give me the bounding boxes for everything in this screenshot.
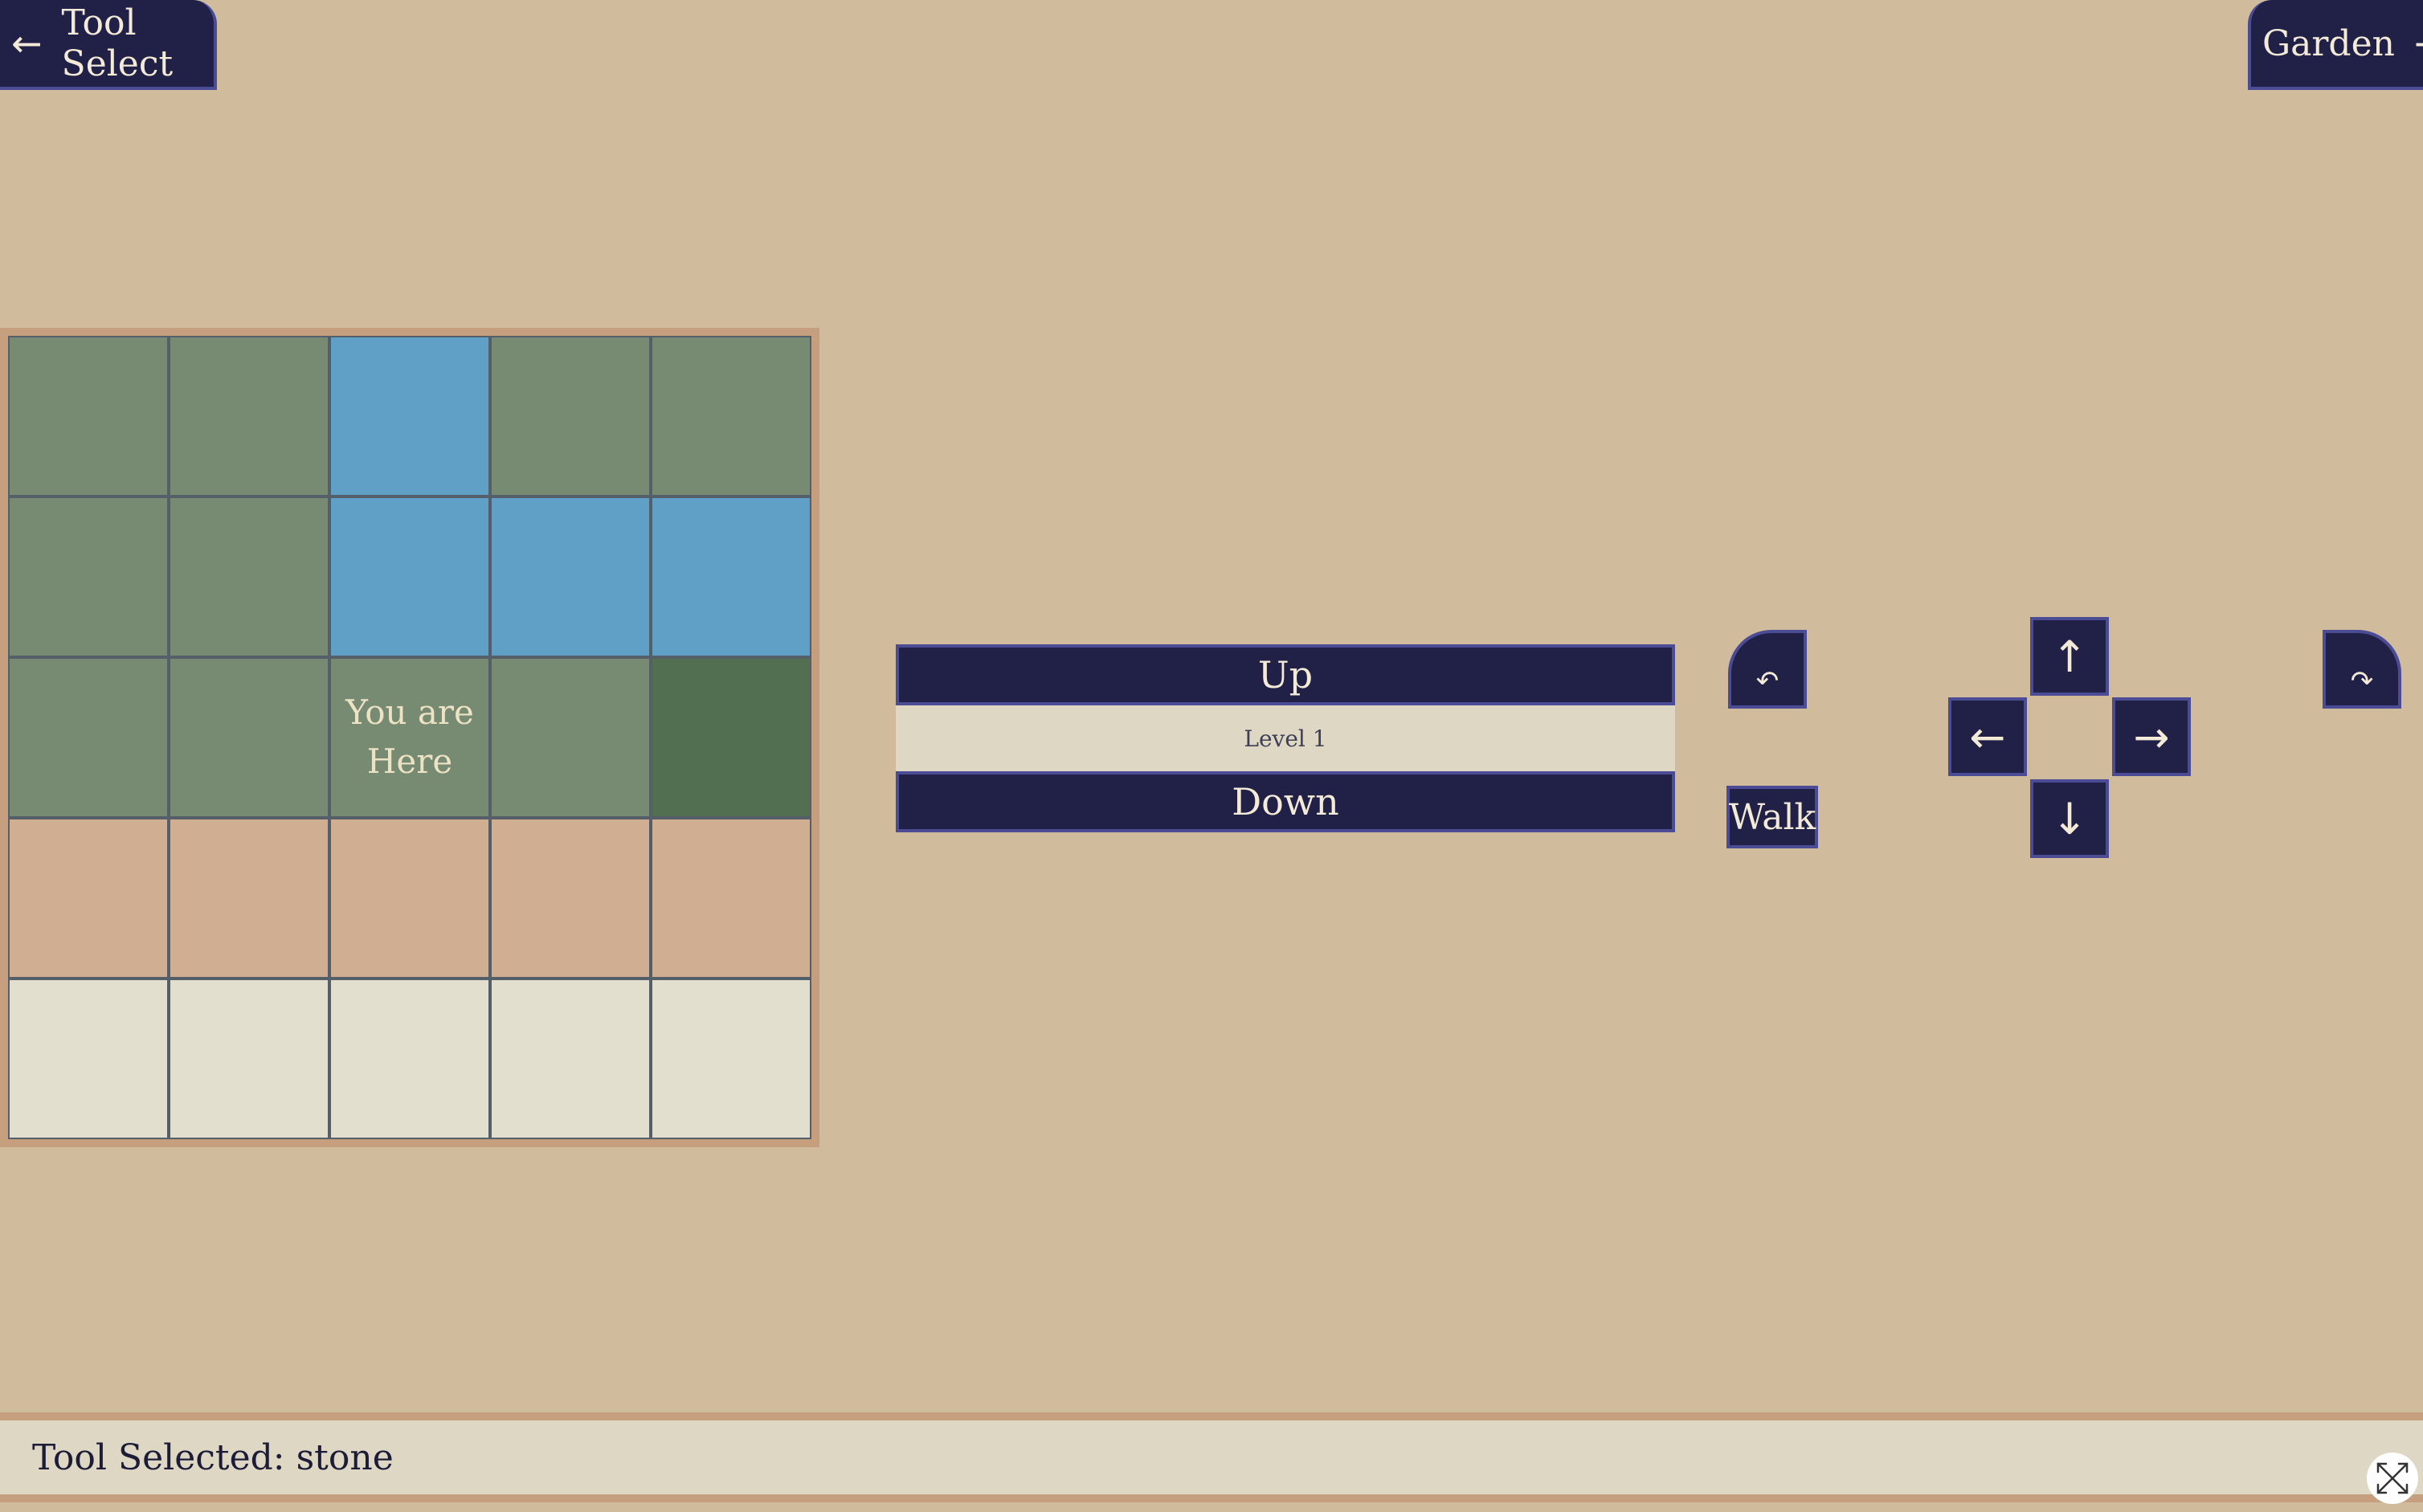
map-tile-dirt[interactable]	[492, 819, 649, 977]
map-tile-dirt[interactable]	[652, 819, 810, 977]
map-tile-grass[interactable]	[10, 659, 167, 816]
walk-button[interactable]: Walk	[1726, 786, 1818, 848]
move-right-button[interactable]: →	[2112, 697, 2191, 776]
arrow-left-icon: ←	[11, 22, 43, 65]
map-tile-grass[interactable]	[10, 337, 167, 495]
arrow-right-icon: →	[2414, 25, 2423, 62]
map-tile-dirt[interactable]	[10, 819, 167, 977]
garden-button[interactable]: Garden →	[2248, 0, 2423, 90]
move-down-button[interactable]: ↓	[2030, 779, 2109, 858]
arrow-right-icon: →	[2133, 711, 2170, 762]
rotate-left-icon: ↶	[1755, 665, 1779, 697]
garden-label: Garden	[2262, 22, 2395, 64]
current-level-label: Level 1	[896, 705, 1675, 771]
move-left-button[interactable]: ←	[1948, 697, 2027, 776]
map-tile-water[interactable]	[652, 498, 810, 656]
map-tile-grass[interactable]	[170, 337, 328, 495]
arrow-up-icon: ↑	[2051, 631, 2088, 682]
rotate-right-button[interactable]: ↷	[2323, 630, 2401, 709]
map-tile-grass[interactable]	[652, 337, 810, 495]
map-tile-dirt[interactable]	[170, 819, 328, 977]
arrow-left-icon: ←	[1969, 711, 2006, 762]
map-tile-stone[interactable]	[10, 980, 167, 1138]
rotate-left-button[interactable]: ↶	[1728, 630, 1807, 709]
map-tile-dark-grass[interactable]	[652, 659, 810, 816]
map-tile-grass[interactable]	[492, 337, 649, 495]
map-tile-water[interactable]	[331, 337, 488, 495]
map-grid: You are Here	[8, 336, 811, 1139]
map-tile-water[interactable]	[331, 498, 488, 656]
status-text: Tool Selected: stone	[32, 1436, 394, 1478]
map-panel: You are Here	[0, 328, 819, 1147]
level-down-label: Down	[1232, 780, 1339, 823]
map-tile-grass[interactable]	[170, 659, 328, 816]
move-up-button[interactable]: ↑	[2030, 617, 2109, 696]
map-tile-stone[interactable]	[492, 980, 649, 1138]
level-up-button[interactable]: Up	[896, 644, 1675, 705]
tool-select-button[interactable]: ← Tool Select	[0, 0, 217, 90]
map-tile-stone[interactable]	[331, 980, 488, 1138]
player-tile[interactable]: You are Here	[331, 659, 488, 816]
fullscreen-button[interactable]	[2367, 1453, 2418, 1504]
level-up-label: Up	[1257, 653, 1314, 697]
rotate-right-icon: ↷	[2350, 665, 2374, 697]
level-down-button[interactable]: Down	[896, 771, 1675, 832]
map-tile-stone[interactable]	[170, 980, 328, 1138]
map-tile-stone[interactable]	[652, 980, 810, 1138]
walk-label: Walk	[1728, 796, 1816, 838]
status-bar: Tool Selected: stone	[0, 1412, 2423, 1502]
you-are-here-label: You are Here	[345, 693, 474, 781]
fullscreen-icon	[2376, 1462, 2409, 1494]
tool-select-label: Tool Select	[61, 2, 174, 84]
map-tile-grass[interactable]	[492, 659, 649, 816]
map-tile-grass[interactable]	[10, 498, 167, 656]
map-tile-dirt[interactable]	[331, 819, 488, 977]
map-tile-grass[interactable]	[170, 498, 328, 656]
arrow-down-icon: ↓	[2051, 793, 2088, 844]
map-tile-water[interactable]	[492, 498, 649, 656]
